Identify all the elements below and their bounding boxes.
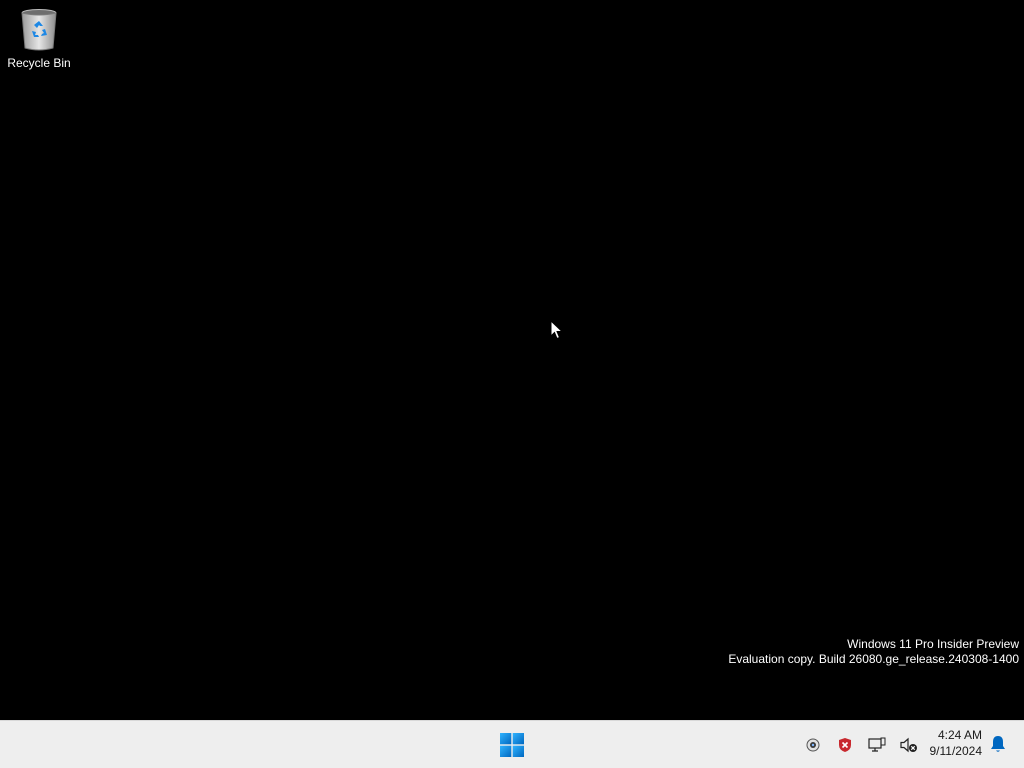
mouse-cursor-icon bbox=[550, 320, 564, 340]
evaluation-watermark: Windows 11 Pro Insider Preview Evaluatio… bbox=[728, 637, 1019, 667]
security-shield-icon bbox=[839, 737, 851, 752]
network-display-icon bbox=[868, 737, 886, 752]
clock-date: 9/11/2024 bbox=[929, 744, 983, 758]
speaker-muted-icon bbox=[900, 737, 917, 752]
tray-network[interactable] bbox=[865, 733, 889, 757]
system-tray bbox=[797, 721, 925, 768]
tray-volume[interactable] bbox=[897, 733, 921, 757]
watermark-edition: Windows 11 Pro Insider Preview bbox=[847, 637, 1019, 651]
notification-bell-icon bbox=[991, 736, 1005, 752]
desktop-icon-recycle-bin[interactable]: Recycle Bin bbox=[4, 6, 74, 76]
tray-webcam[interactable] bbox=[801, 733, 825, 757]
desktop-icon-label: Recycle Bin bbox=[7, 56, 71, 70]
tray-security[interactable] bbox=[833, 733, 857, 757]
taskbar-clock[interactable]: 4:24 AM 9/11/2024 bbox=[930, 727, 983, 759]
recycle-bin-icon bbox=[21, 9, 57, 51]
watermark-build: Evaluation copy. Build 26080.ge_release.… bbox=[728, 652, 1019, 666]
clock-time: 4:24 AM bbox=[937, 728, 982, 742]
windows-logo-icon bbox=[500, 733, 524, 757]
taskbar: 4:24 AM 9/11/2024 bbox=[0, 720, 1024, 768]
webcam-icon bbox=[806, 738, 820, 751]
notification-center-button[interactable] bbox=[988, 733, 1008, 755]
start-button[interactable] bbox=[492, 725, 532, 765]
desktop[interactable]: Recycle Bin Windows 11 Pro Insider Previ… bbox=[0, 0, 1024, 720]
